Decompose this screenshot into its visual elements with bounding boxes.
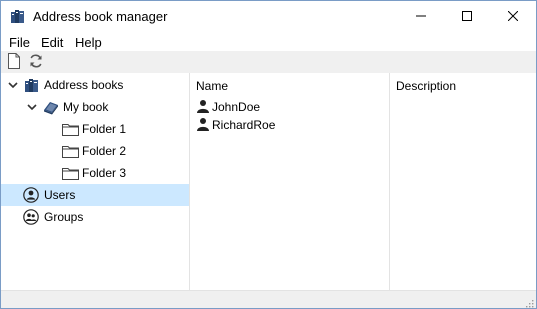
list-item-name: RichardRoe bbox=[212, 118, 276, 132]
user-icon bbox=[196, 99, 210, 113]
toolbar bbox=[1, 51, 536, 73]
column-header-name[interactable]: Name bbox=[196, 79, 228, 93]
user-icon bbox=[196, 117, 210, 131]
tree-item-address-books[interactable]: Address books bbox=[1, 74, 189, 96]
main-content: Address books My book Folder 1 Folder 2 … bbox=[1, 73, 536, 290]
tree-item-label: Folder 2 bbox=[82, 144, 127, 158]
tree-item-folder-2[interactable]: Folder 2 bbox=[1, 140, 189, 162]
tree-item-label: My book bbox=[63, 100, 109, 114]
folder-icon bbox=[62, 165, 79, 181]
tree-item-groups[interactable]: Groups bbox=[1, 206, 189, 228]
app-window: Address book manager File Edit Help Addr… bbox=[0, 0, 537, 309]
column-divider bbox=[389, 73, 390, 290]
menu-help[interactable]: Help bbox=[75, 35, 102, 50]
menu-file[interactable]: File bbox=[9, 35, 30, 50]
resize-grip-icon[interactable] bbox=[524, 297, 534, 308]
tree-item-label: Users bbox=[44, 188, 76, 202]
tree-item-label: Folder 3 bbox=[82, 166, 127, 180]
folder-icon bbox=[62, 121, 79, 137]
minimize-icon bbox=[416, 10, 426, 24]
list-item-name: JohnDoe bbox=[212, 100, 261, 114]
tree-item-label: Folder 1 bbox=[82, 122, 127, 136]
book-icon bbox=[43, 99, 59, 115]
new-document-icon bbox=[7, 52, 21, 72]
tree-item-folder-1[interactable]: Folder 1 bbox=[1, 118, 189, 140]
tree-item-folder-3[interactable]: Folder 3 bbox=[1, 162, 189, 184]
tree-item-my-book[interactable]: My book bbox=[1, 96, 189, 118]
close-button[interactable] bbox=[490, 1, 536, 32]
refresh-button[interactable] bbox=[27, 53, 45, 71]
tree-item-users[interactable]: Users bbox=[1, 184, 189, 206]
new-document-button[interactable] bbox=[5, 52, 23, 72]
address-book-app-icon bbox=[10, 8, 26, 24]
close-icon bbox=[507, 10, 519, 24]
window-title: Address book manager bbox=[33, 9, 168, 24]
user-circle-icon bbox=[23, 187, 39, 203]
tree-item-label: Address books bbox=[44, 78, 124, 92]
menu-bar: File Edit Help bbox=[1, 32, 536, 51]
chevron-down-icon[interactable] bbox=[26, 101, 38, 113]
tree-item-label: Groups bbox=[44, 210, 84, 224]
group-circle-icon bbox=[23, 209, 39, 225]
navigation-tree[interactable]: Address books My book Folder 1 Folder 2 … bbox=[1, 73, 190, 290]
maximize-icon bbox=[462, 10, 472, 24]
chevron-down-icon[interactable] bbox=[7, 79, 19, 91]
minimize-button[interactable] bbox=[398, 1, 444, 32]
folder-icon bbox=[62, 143, 79, 159]
maximize-button[interactable] bbox=[444, 1, 490, 32]
menu-edit[interactable]: Edit bbox=[41, 35, 63, 50]
address-books-icon bbox=[24, 77, 40, 93]
title-bar[interactable]: Address book manager bbox=[1, 1, 536, 32]
status-bar bbox=[1, 290, 536, 308]
user-list[interactable]: Name Description JohnDoe RichardRoe bbox=[190, 73, 536, 290]
column-header-description[interactable]: Description bbox=[396, 79, 456, 93]
refresh-icon bbox=[29, 53, 43, 71]
